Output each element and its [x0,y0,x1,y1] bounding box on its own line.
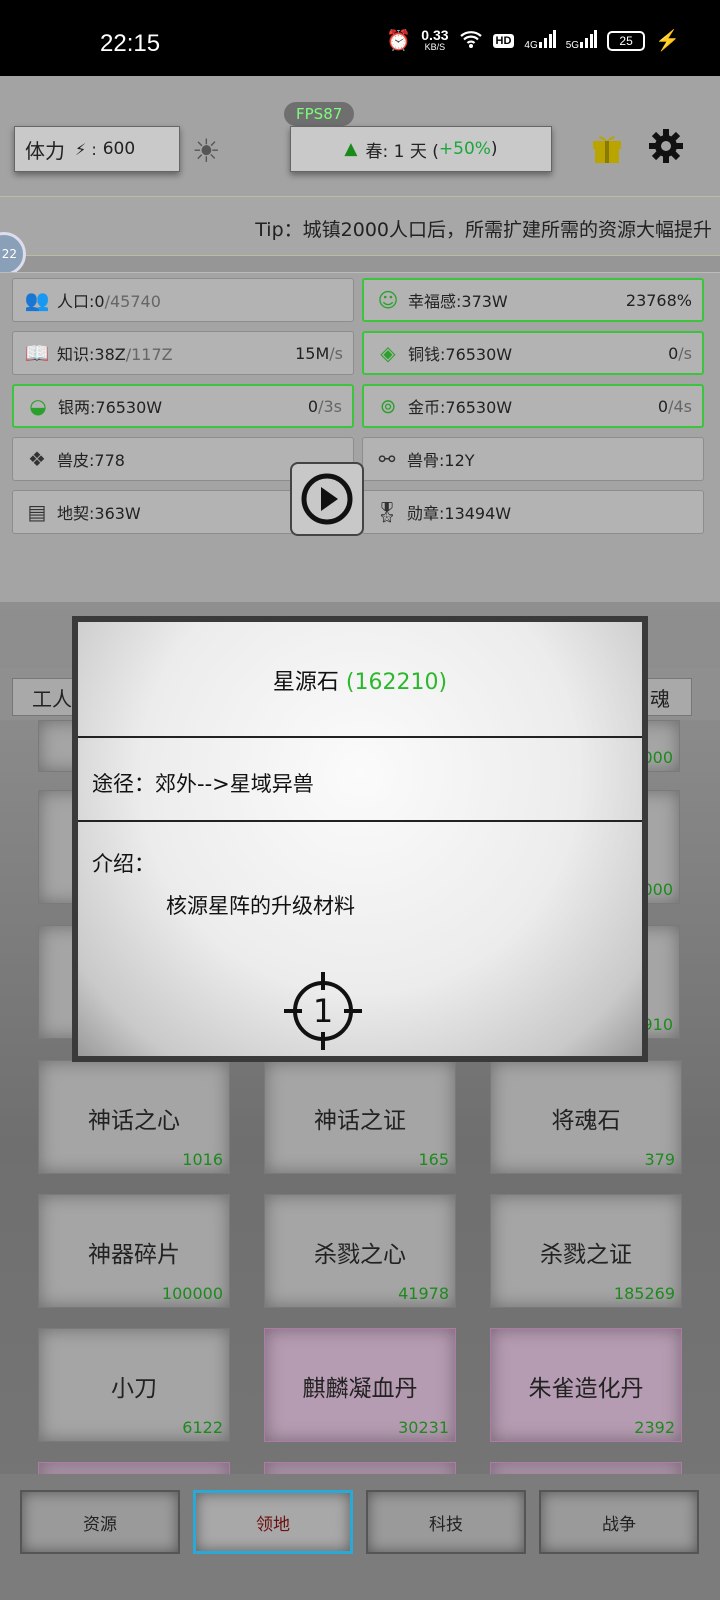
alarm-icon: ⏰ [386,30,412,52]
resource-bone: ⚯ 兽骨:12Y [362,437,704,481]
item-cell[interactable]: 小刀 6122 [38,1328,230,1442]
charging-icon: ⚡ [655,30,680,52]
item-detail-dialog: 星源石 (162210) 途径：郊外-->星域异兽 介绍： 核源星阵的升级材料 … [72,616,648,1062]
item-cell[interactable]: 神话之心 1016 [38,1060,230,1174]
season-display[interactable]: ▲ 春: 1 天 ( +50% ) [290,126,552,172]
gift-icon[interactable] [590,130,624,173]
nav-tech-button[interactable]: 科技 [366,1490,526,1554]
item-cell[interactable]: 麒麟凝血丹 30231 [264,1328,456,1442]
item-cell[interactable]: 将魂石 379 [490,1060,682,1174]
item-count: (162210) [345,670,448,695]
stamina-label: 体力 [25,138,65,163]
fps-counter: FPS87 [284,102,355,126]
svg-text:1: 1 [313,992,333,1030]
resource-knowledge: 📖 知识:38Z/117Z 15M/s [12,331,354,375]
silver-ingot-icon: ◒ [29,394,47,418]
network-speed: 0.33 KB/S [421,26,449,52]
hd-badge: HD [492,33,515,48]
battery-icon: 25 [607,30,646,51]
book-icon: 📖 [24,341,50,365]
clock: 22:15 [100,30,161,57]
divider [78,820,642,822]
divider [78,736,642,738]
lightning-icon: ⚡ : [75,139,97,159]
play-button[interactable] [290,462,364,536]
tree-icon: ▲ [344,139,358,159]
item-cell[interactable]: 神话之证 165 [264,1060,456,1174]
stamina-value: 600 [102,139,136,159]
hide-icon: ❖ [28,447,46,471]
target-crosshair-icon[interactable]: 1 [284,972,362,1050]
medal-icon: 🎖 [374,500,400,524]
dialog-title: 星源石 (162210) [272,670,448,695]
nav-territory-button[interactable]: 领地 [193,1490,353,1554]
gold-coin-icon: ⊚ [379,394,397,418]
item-cell[interactable]: 朱雀造化丹 2392 [490,1328,682,1442]
nav-war-button[interactable]: 战争 [539,1490,699,1554]
sun-icon[interactable]: ☀ [192,132,221,170]
resource-gold: ⊚ 金币:76530W 0/4s [362,384,704,428]
signal-4g-icon: 4G [524,30,556,51]
intro-label: 介绍： [92,852,155,876]
tip-text: Tip：城镇2000人口后，所需扩建所需的资源大幅提升 [255,219,712,241]
people-icon: 👥 [24,288,50,312]
resource-medal: 🎖 勋章:13494W [362,490,704,534]
season-suffix: ) [490,139,498,159]
season-text: 春: 1 天 ( [365,141,439,162]
play-icon [301,473,353,525]
nav-resources-button[interactable]: 资源 [20,1490,180,1554]
wifi-icon [459,29,483,52]
resource-population: 👥 人口:0/45740 [12,278,354,322]
item-cell[interactable]: 杀戮之心 41978 [264,1194,456,1308]
signal-5g-icon: 5G [566,30,598,51]
document-icon: ▤ [27,500,47,524]
settings-gear-icon[interactable] [648,128,684,173]
status-icons: ⏰ 0.33 KB/S HD 4G 5G 25 ⚡ [386,28,680,53]
season-bonus: +50% [438,139,491,159]
dialog-paper: 星源石 (162210) 途径：郊外-->星域异兽 介绍： 核源星阵的升级材料 … [78,622,642,1056]
smile-icon: ☺ [377,288,399,312]
stamina-display[interactable]: 体力 ⚡ : 600 [14,126,180,172]
resource-happiness: ☺ 幸福感:373W 23768% [362,278,704,322]
item-cell[interactable]: 杀戮之证 185269 [490,1194,682,1308]
acquisition-route: 途径：郊外-->星域异兽 [92,772,314,796]
item-cell[interactable]: 神器碎片 100000 [38,1194,230,1308]
status-bar: 22:15 ⏰ 0.33 KB/S HD 4G 5G 25 ⚡ [0,0,720,76]
resource-copper: ◈ 铜钱:76530W 0/s [362,331,704,375]
copper-coin-icon: ◈ [380,341,396,365]
intro-text: 核源星阵的升级材料 [166,894,355,918]
bone-icon: ⚯ [378,447,396,471]
resource-silver: ◒ 银两:76530W 0/3s [12,384,354,428]
